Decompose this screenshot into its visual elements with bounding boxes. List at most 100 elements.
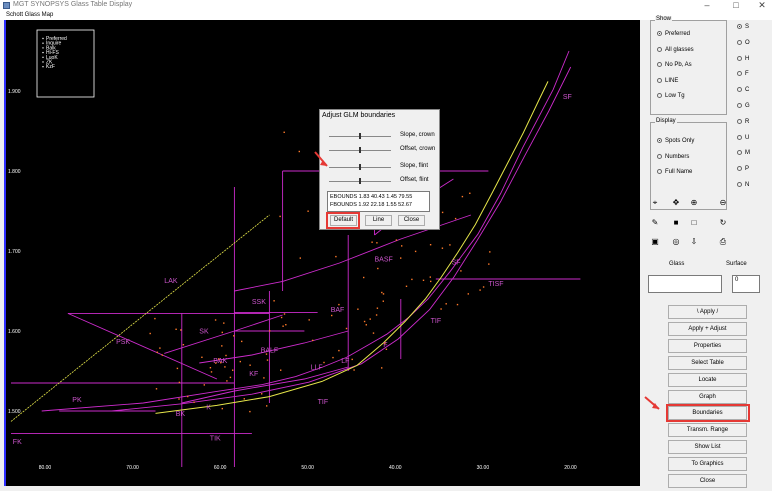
radio-dot[interactable] — [657, 46, 662, 52]
slider-thumb[interactable] — [359, 164, 361, 170]
glass-spot — [155, 388, 158, 390]
slider-slope-flint[interactable] — [329, 164, 391, 170]
show-option[interactable]: LINE — [657, 77, 678, 84]
x-tick-label: 60.00 — [214, 465, 227, 471]
slider-thumb[interactable] — [359, 178, 361, 184]
apply-button[interactable]: \ Apply / — [668, 305, 747, 319]
glass-spot — [363, 276, 365, 279]
glass-letter-option[interactable]: P — [737, 166, 749, 172]
menu-item-schott-glass-map[interactable]: Schott Glass Map — [6, 12, 53, 18]
line-button[interactable]: Line — [365, 215, 392, 226]
show-option-label: Preferred — [665, 31, 691, 38]
bounds-textbox[interactable]: EBOUNDS 1.83 40.43 1.45 79.55 FBOUNDS 1.… — [327, 191, 430, 212]
radio-dot[interactable] — [657, 153, 662, 159]
glass-spot — [377, 267, 379, 270]
show-option[interactable]: Preferred — [657, 31, 690, 37]
display-option[interactable]: Numbers — [657, 153, 689, 160]
apply-adjust-button[interactable]: Apply + Adjust — [668, 321, 747, 336]
glass-letter-option[interactable]: M — [737, 150, 750, 156]
glass-letter-option[interactable]: R — [737, 118, 749, 125]
slider-thumb[interactable] — [359, 133, 361, 139]
show-list-button[interactable]: Show List — [668, 440, 747, 455]
radio-dot[interactable] — [737, 87, 742, 93]
radio-dot[interactable] — [657, 77, 662, 83]
graph-button[interactable]: Graph — [668, 389, 747, 404]
close-button[interactable]: Close — [668, 474, 747, 488]
glass-letter-option[interactable]: O — [737, 39, 750, 46]
radio-dot[interactable] — [737, 166, 742, 172]
x-tick-label: 40.00 — [389, 465, 402, 471]
legend-entry: KzF — [46, 64, 55, 70]
glass-spot — [273, 300, 275, 302]
radio-dot[interactable] — [737, 150, 742, 156]
glass-spot — [249, 364, 251, 366]
radio-dot[interactable] — [737, 103, 742, 108]
glass-map-canvas[interactable]: PreferredInquireBalkHi-FSLuoKZKKzFSFLASF… — [6, 20, 640, 486]
zoom-out-icon[interactable]: ⊖ — [717, 197, 729, 209]
glass-letter-option[interactable]: H — [737, 55, 749, 62]
radio-dot[interactable] — [657, 169, 662, 174]
pan-tool-icon[interactable]: ✥ — [670, 197, 682, 209]
radio-dot[interactable] — [657, 93, 662, 98]
radio-dot[interactable] — [737, 182, 742, 187]
properties-button[interactable]: Properties — [668, 338, 747, 353]
maximize-button[interactable]: □ — [727, 0, 745, 12]
radio-dot[interactable] — [737, 24, 742, 29]
print-icon[interactable]: ⎙ — [717, 236, 729, 248]
slider-offset-flint[interactable] — [329, 178, 391, 184]
show-option[interactable]: All glasses — [657, 46, 694, 53]
surface-input[interactable]: 0 — [732, 275, 760, 293]
display-option[interactable]: Full Name — [657, 169, 692, 175]
refresh-icon[interactable]: ↻ — [717, 217, 729, 229]
show-option[interactable]: Low Tg — [657, 93, 685, 99]
locate-button[interactable]: Locate — [668, 372, 747, 387]
radio-dot[interactable] — [737, 55, 742, 61]
dialog-close-button[interactable]: Close — [398, 215, 425, 226]
glass-letter-option[interactable]: S — [737, 24, 749, 30]
region-label: BK — [176, 411, 186, 418]
radio-dot[interactable] — [657, 138, 662, 143]
select-tool-icon[interactable]: ⌖ — [649, 197, 661, 209]
show-group-title: Show — [655, 16, 673, 22]
fill-white-icon[interactable]: □ — [688, 217, 700, 229]
glass-letter-option[interactable]: C — [737, 87, 749, 93]
radio-dot[interactable] — [737, 134, 742, 140]
image-icon[interactable]: ▣ — [649, 236, 661, 248]
glass-spot — [449, 244, 451, 246]
radio-dot[interactable] — [737, 71, 742, 77]
show-option[interactable]: No Pb, As — [657, 62, 692, 68]
zoom-in-icon[interactable]: ⊕ — [688, 197, 700, 209]
target-icon[interactable]: ◎ — [670, 236, 682, 248]
slider-offset-crown[interactable] — [329, 147, 391, 153]
radio-dot[interactable] — [737, 39, 742, 45]
glass-letter-option[interactable]: N — [737, 182, 749, 188]
glass-spot — [233, 335, 235, 337]
radio-dot[interactable] — [657, 62, 662, 67]
glass-spot — [335, 255, 337, 258]
edit-tool-icon[interactable]: ✎ — [649, 217, 661, 229]
minimize-button[interactable]: – — [698, 0, 716, 12]
slider-slope-crown[interactable] — [329, 133, 391, 139]
glass-spot — [357, 308, 359, 310]
glass-spot — [226, 380, 228, 382]
glass-letter-option[interactable]: G — [737, 103, 750, 109]
y-tick-label: 1.600 — [8, 329, 21, 335]
glass-letter-option[interactable]: U — [737, 134, 749, 141]
close-window-button[interactable]: ✕ — [753, 0, 771, 12]
radio-dot[interactable] — [657, 31, 662, 36]
export-icon[interactable]: ⇩ — [688, 236, 700, 248]
select-table-button[interactable]: Select Table — [668, 355, 747, 370]
glass-input[interactable] — [648, 275, 722, 293]
transm-range-button[interactable]: Transm. Range — [668, 423, 747, 438]
region-boundary — [67, 312, 218, 380]
fill-black-icon[interactable]: ■ — [670, 217, 682, 229]
right-panel: Show Preferred All glasses No Pb, As LINE Lo… — [643, 16, 772, 491]
glass-map-plot[interactable]: PreferredInquireBalkHi-FSLuoKZKKzFSFLASF… — [4, 20, 640, 486]
glass-spot — [161, 354, 163, 356]
to-graphics-button[interactable]: To Graphics — [668, 457, 747, 472]
radio-dot[interactable] — [737, 118, 742, 124]
region-label: SK — [199, 328, 209, 335]
glass-letter-option[interactable]: F — [737, 71, 749, 77]
slider-thumb[interactable] — [359, 147, 361, 153]
display-option[interactable]: Spots Only — [657, 138, 694, 144]
